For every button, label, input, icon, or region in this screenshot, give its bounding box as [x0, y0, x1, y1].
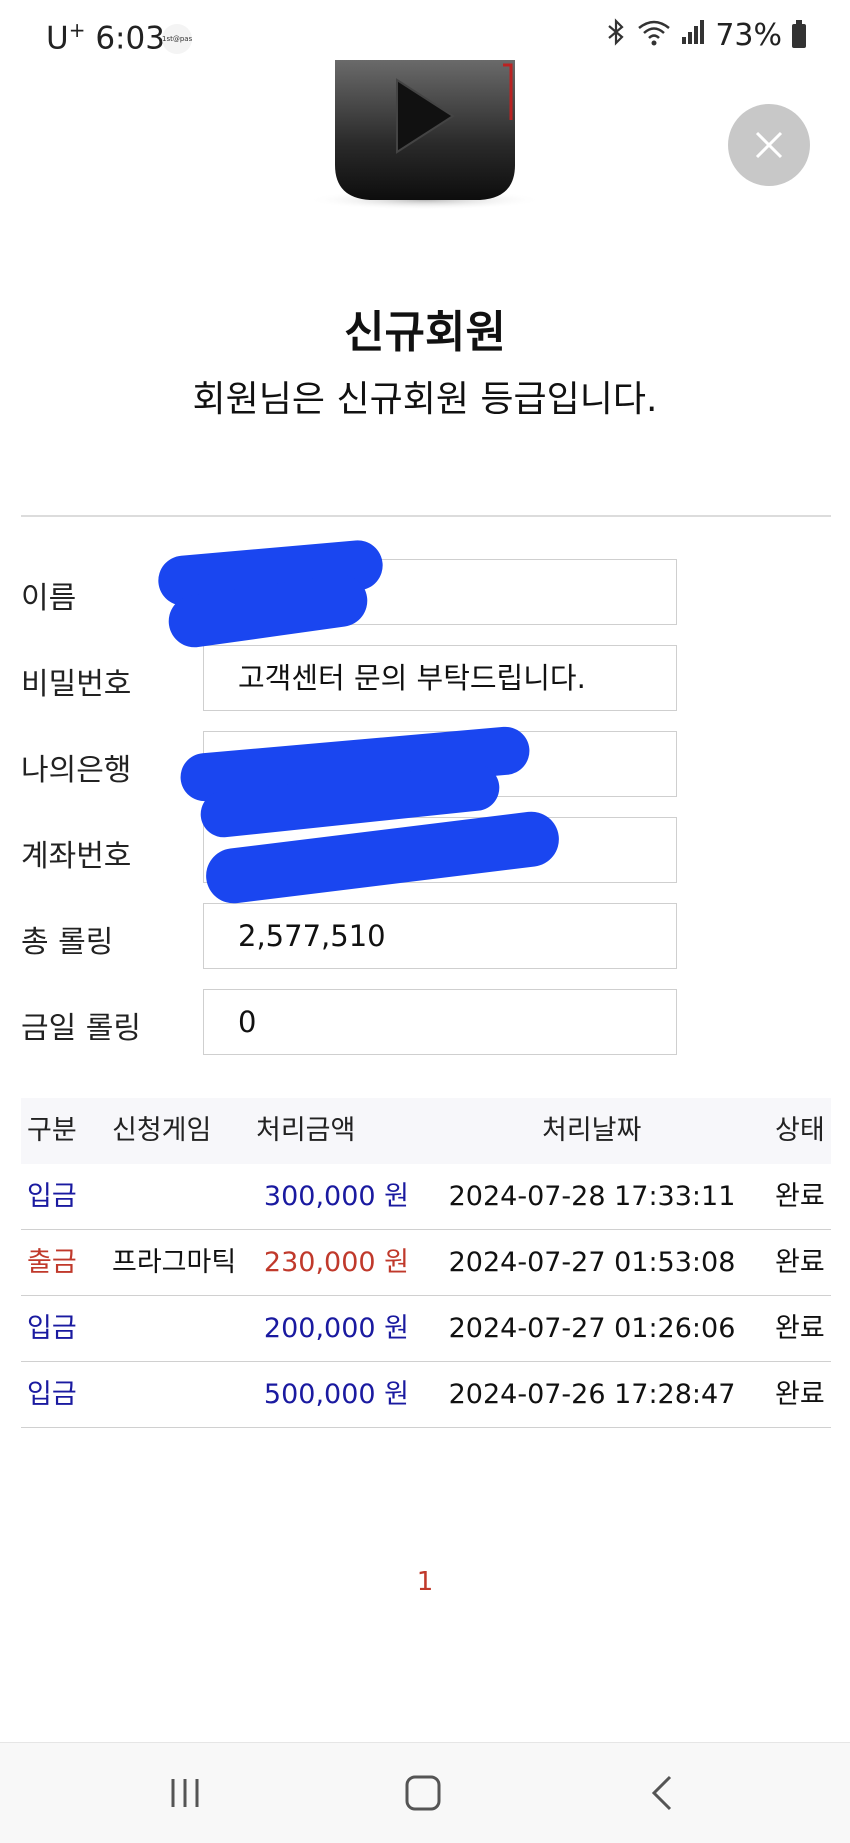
header-game: 신청게임: [112, 1115, 212, 1146]
header-type: 구분: [27, 1115, 77, 1146]
signal-icon: [681, 19, 705, 52]
bluetooth-icon: [605, 18, 627, 53]
carrier-mark: +: [68, 18, 86, 42]
row-date: 2024-07-27 01:53:08: [448, 1247, 736, 1278]
row-type: 입금: [27, 1313, 77, 1344]
row-status: 완료: [775, 1379, 825, 1410]
grade-description: 회원님은 신규회원 등급입니다.: [192, 379, 658, 420]
password-label: 비밀번호: [21, 667, 132, 702]
form-row-password: 비밀번호 고객센터 문의 부탁드립니다.: [21, 645, 681, 713]
account-label: 계좌번호: [21, 839, 132, 874]
row-amount: 200,000 원: [263, 1313, 409, 1344]
row-status: 완료: [775, 1313, 825, 1344]
form-row-today-rolling: 금일 롤링 0: [21, 989, 681, 1057]
navigation-bar: [0, 1742, 850, 1843]
header-status: 상태: [775, 1115, 825, 1146]
password-field[interactable]: 고객센터 문의 부탁드립니다.: [203, 645, 677, 711]
name-label: 이름: [21, 581, 77, 616]
row-status: 완료: [775, 1181, 825, 1212]
row-game: 프라그마틱: [112, 1247, 237, 1278]
close-icon: [755, 131, 783, 159]
header-amount: 처리금액: [256, 1115, 356, 1146]
recents-icon: [171, 1779, 199, 1807]
back-button[interactable]: [632, 1771, 692, 1815]
header-date: 처리날짜: [542, 1115, 642, 1146]
row-type: 출금: [27, 1247, 77, 1278]
grade-image: [305, 60, 545, 210]
back-icon: [651, 1775, 672, 1811]
clock: 6:03: [95, 20, 165, 57]
recents-button[interactable]: [155, 1771, 215, 1815]
history-table: 구분 신청게임 처리금액 처리날짜 상태 입금 300,000 원 2024-0…: [21, 1098, 831, 1428]
today-rolling-field[interactable]: 0: [203, 989, 677, 1055]
total-rolling-label: 총 롤링: [21, 925, 114, 960]
row-date: 2024-07-27 01:26:06: [448, 1313, 736, 1344]
bank-label: 나의은행: [21, 753, 132, 788]
carrier-time: U+ 6:03: [46, 18, 165, 56]
table-row: 입금 300,000 원 2024-07-28 17:33:11 완료: [21, 1164, 831, 1230]
grade-title: 신규회원: [344, 307, 506, 358]
battery-percent: 73%: [715, 18, 782, 53]
row-type: 입금: [27, 1181, 77, 1212]
status-icons: 73%: [605, 18, 806, 53]
row-status: 완료: [775, 1247, 825, 1278]
wifi-icon: [637, 18, 671, 53]
app-notification-icon: 1st@pass: [162, 24, 192, 54]
carrier-name: U: [46, 20, 69, 57]
status-bar: U+ 6:03 1st@pass 73%: [0, 0, 850, 62]
row-type: 입금: [27, 1379, 77, 1410]
row-amount: 300,000 원: [263, 1181, 409, 1212]
home-icon: [405, 1775, 441, 1811]
row-date: 2024-07-28 17:33:11: [448, 1181, 736, 1212]
home-button[interactable]: [393, 1771, 453, 1815]
row-amount: 230,000 원: [263, 1247, 409, 1278]
today-rolling-label: 금일 롤링: [21, 1011, 141, 1046]
close-button[interactable]: [728, 104, 810, 186]
total-rolling-field[interactable]: 2,577,510: [203, 903, 677, 969]
table-header: 구분 신청게임 처리금액 처리날짜 상태: [21, 1098, 831, 1164]
table-row: 출금 프라그마틱 230,000 원 2024-07-27 01:53:08 완…: [21, 1230, 831, 1296]
table-row: 입금 500,000 원 2024-07-26 17:28:47 완료: [21, 1362, 831, 1428]
row-amount: 500,000 원: [263, 1379, 409, 1410]
table-row: 입금 200,000 원 2024-07-27 01:26:06 완료: [21, 1296, 831, 1362]
pagination-page-1[interactable]: 1: [0, 1567, 850, 1597]
form-row-total-rolling: 총 롤링 2,577,510: [21, 903, 681, 971]
battery-icon: [792, 19, 806, 48]
divider: [21, 515, 831, 517]
row-date: 2024-07-26 17:28:47: [448, 1379, 736, 1410]
